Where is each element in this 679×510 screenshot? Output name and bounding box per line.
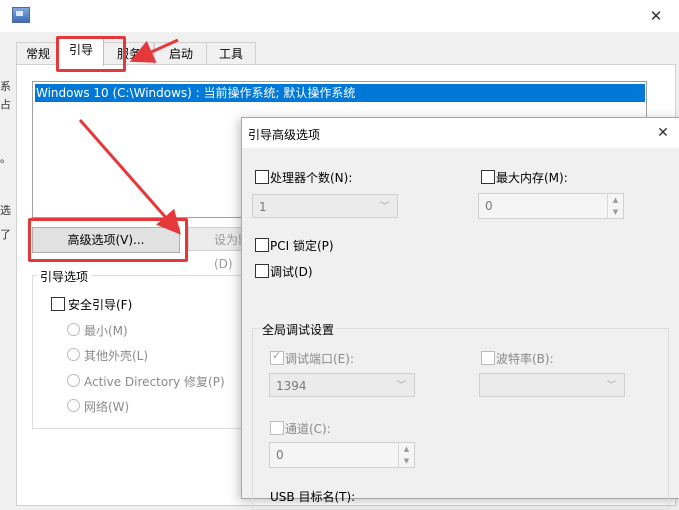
os-list-item[interactable]: Windows 10 (C:\Windows) : 当前操作系统; 默认操作系统 [35, 84, 645, 102]
close-icon[interactable]: ✕ [654, 124, 672, 142]
radio-network[interactable] [67, 399, 80, 412]
highlight-advanced-button [28, 218, 188, 262]
radio-ad-repair[interactable] [67, 374, 80, 387]
debug-port-checkbox[interactable]: ✓ [270, 349, 284, 365]
chevron-down-icon: ﹀ [379, 202, 389, 212]
radio-minimal[interactable] [67, 323, 80, 336]
safe-boot-checkbox[interactable] [51, 297, 65, 311]
edge-text: 占 [0, 98, 11, 111]
debug-checkbox[interactable] [255, 264, 269, 278]
highlight-boot-tab [56, 36, 126, 72]
channel-checkbox[interactable] [270, 421, 284, 435]
dialog-title-bar: 引导高级选项 ✕ [242, 118, 679, 148]
debug-port-select[interactable]: 1394 ﹀ [269, 373, 415, 397]
tab-general[interactable]: 常规 [16, 42, 60, 65]
app-icon [12, 7, 30, 23]
radio-minimal-label: 最小(M) [84, 324, 128, 338]
edge-text: 系 [0, 80, 11, 93]
num-processors-select[interactable]: 1 ﹀ [252, 194, 398, 218]
pci-lock-label: PCI 锁定(P) [270, 239, 334, 253]
baud-rate-checkbox[interactable] [481, 351, 495, 365]
safe-boot-label: 安全引导(F) [68, 298, 133, 312]
chevron-down-icon: ﹀ [606, 381, 616, 391]
spin-down-icon[interactable]: ▼ [608, 206, 623, 218]
channel-spinbox[interactable]: 0 ▲ ▼ [269, 442, 415, 468]
max-memory-label: 最大内存(M): [496, 171, 568, 185]
spin-buttons: ▲ ▼ [398, 443, 414, 467]
debug-port-label: 调试端口(E): [285, 352, 354, 366]
debug-port-value: 1394 [276, 379, 307, 393]
channel-value: 0 [276, 448, 284, 462]
tab-startup[interactable]: 启动 [154, 42, 208, 65]
spin-up-icon[interactable]: ▲ [608, 194, 623, 206]
global-debug-title: 全局调试设置 [260, 321, 337, 338]
debug-label: 调试(D) [270, 265, 313, 279]
channel-label: 通道(C): [285, 422, 331, 436]
max-memory-spinbox[interactable]: 0 ▲ ▼ [478, 193, 624, 219]
spin-down-icon[interactable]: ▼ [399, 455, 414, 467]
pci-lock-checkbox[interactable] [255, 238, 269, 252]
num-processors-checkbox[interactable] [255, 170, 269, 184]
edge-text: 。 [0, 152, 11, 165]
radio-alternate-shell[interactable] [67, 348, 80, 361]
radio-ad-repair-label: Active Directory 修复(P) [84, 375, 225, 389]
baud-rate-label: 波特率(B): [496, 352, 554, 366]
close-icon[interactable]: ✕ [646, 6, 666, 26]
boot-advanced-options-dialog: 引导高级选项 ✕ 处理器个数(N): 1 ﹀ 最大内存(M): 0 ▲ ▼ PC… [241, 117, 679, 510]
num-processors-label: 处理器个数(N): [270, 171, 353, 185]
chevron-down-icon: ﹀ [396, 381, 406, 391]
edge-text: 选 [0, 204, 11, 217]
spin-buttons: ▲ ▼ [607, 194, 623, 218]
edge-text: 了 [0, 228, 11, 241]
tab-tools[interactable]: 工具 [206, 42, 256, 65]
checkmark-icon: ✓ [272, 349, 282, 362]
spin-up-icon[interactable]: ▲ [399, 443, 414, 455]
max-memory-checkbox[interactable] [481, 170, 495, 184]
num-processors-value: 1 [259, 200, 267, 214]
title-bar: ✕ [0, 0, 679, 32]
boot-options-title: 引导选项 [37, 268, 92, 285]
baud-rate-select[interactable]: ﹀ [479, 373, 625, 397]
dialog-title: 引导高级选项 [248, 128, 321, 142]
radio-network-label: 网络(W) [84, 400, 130, 414]
radio-alternate-shell-label: 其他外壳(L) [84, 349, 149, 363]
max-memory-value: 0 [485, 199, 493, 213]
